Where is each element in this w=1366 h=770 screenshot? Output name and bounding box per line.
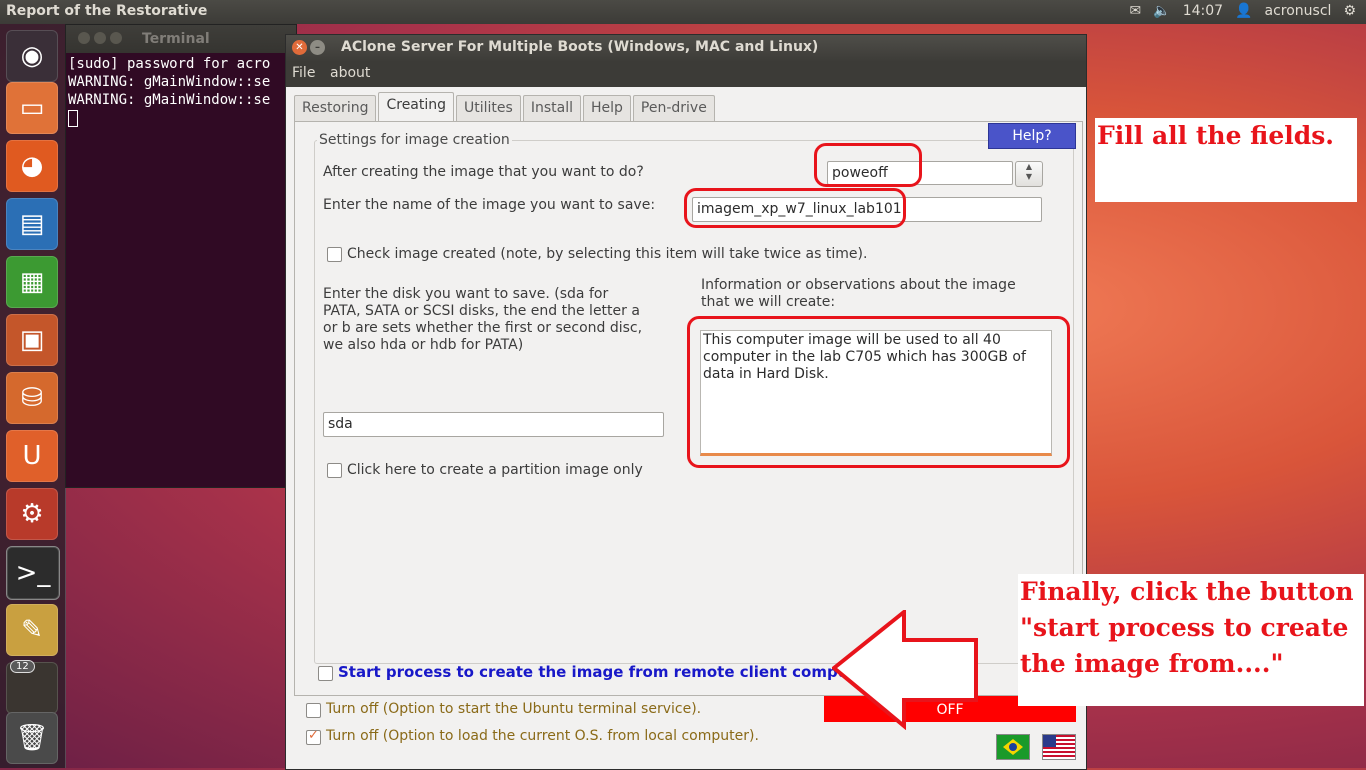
terminal-line: WARNING: gMainWindow::se (68, 92, 271, 108)
partition-label[interactable]: Click here to create a partition image o… (347, 462, 643, 479)
annotation-finally: Finally, click the button "start process… (1018, 574, 1364, 706)
indicator-area: ✉ 🔈 14:07 👤 acronuscl ⚙ (1130, 3, 1356, 19)
terminal-cursor (68, 109, 78, 127)
annotation-line: the image from...." (1020, 649, 1284, 678)
window-title: AClone Server For Multiple Boots (Window… (341, 39, 819, 55)
calc-icon[interactable]: ▦ (6, 256, 58, 308)
check-image-label[interactable]: Check image created (note, by selecting … (347, 246, 867, 263)
volume-icon[interactable]: 🔈 (1153, 3, 1170, 19)
tab-utilites[interactable]: Utilites (456, 95, 521, 122)
workspaces-icon[interactable]: 12 (6, 660, 58, 714)
start-process-checkbox[interactable] (318, 666, 333, 681)
software-center-icon[interactable]: ⛁ (6, 372, 58, 424)
tab-creating[interactable]: Creating (378, 92, 455, 122)
turnoff-terminal-checkbox[interactable] (306, 703, 321, 718)
clock[interactable]: 14:07 (1183, 3, 1223, 19)
highlight-ring (814, 143, 922, 187)
close-icon[interactable]: ✕ (292, 40, 307, 55)
partition-checkbox[interactable] (327, 463, 342, 478)
turnoff-terminal-label[interactable]: Turn off (Option to start the Ubuntu ter… (326, 701, 701, 717)
terminal-window[interactable]: Terminal [sudo] password for acro WARNIN… (65, 24, 297, 488)
minimize-icon[interactable]: – (310, 40, 325, 55)
annotation-line: Finally, click the button (1020, 577, 1354, 606)
tab-restoring[interactable]: Restoring (294, 95, 377, 122)
menubar: File about (286, 61, 1086, 87)
firefox-icon[interactable]: ◕ (6, 140, 58, 192)
turnoff-local-label[interactable]: Turn off (Option to load the current O.S… (326, 728, 759, 744)
close-icon[interactable] (78, 32, 90, 44)
minimize-icon[interactable] (94, 32, 106, 44)
archive-icon[interactable]: ✎ (6, 604, 58, 656)
ubuntu-dash-icon[interactable]: ◉ (6, 30, 58, 82)
top-panel: Report of the Restorative ✉ 🔈 14:07 👤 ac… (0, 0, 1366, 24)
files-icon[interactable]: ▭ (6, 82, 58, 134)
disk-input[interactable]: sda (323, 412, 664, 437)
terminal-line: [sudo] password for acro (68, 56, 271, 72)
ubuntu-one-icon[interactable]: U (6, 430, 58, 482)
obs-label: Information or observations about the im… (701, 277, 1016, 310)
gear-icon[interactable]: ⚙ (1343, 3, 1356, 19)
user-icon[interactable]: 👤 (1235, 3, 1252, 19)
menu-file[interactable]: File (292, 65, 315, 81)
check-image-checkbox[interactable] (327, 247, 342, 262)
window-titlebar[interactable]: ✕ – AClone Server For Multiple Boots (Wi… (286, 35, 1086, 61)
disk-label: Enter the disk you want to save. (sda fo… (323, 286, 643, 353)
launcher: ◉ ▭ ◕ ▤ ▦ ▣ ⛁ U ⚙ >_ ✎ 12 🗑 (0, 24, 66, 768)
terminal-titlebar[interactable]: Terminal (66, 25, 296, 53)
maximize-icon[interactable] (110, 32, 122, 44)
after-spin[interactable]: ▲ ▼ (1015, 161, 1043, 187)
terminal-title: Terminal (142, 31, 210, 47)
group-title: Settings for image creation (317, 132, 512, 148)
name-label: Enter the name of the image you want to … (323, 197, 656, 213)
highlight-ring (684, 188, 906, 228)
after-label: After creating the image that you want t… (323, 164, 644, 180)
workspace-badge: 12 (10, 660, 35, 673)
active-window-title: Report of the Restorative (6, 3, 208, 19)
annotation-text: Fill all the fields. (1097, 121, 1335, 150)
turnoff-local-checkbox[interactable] (306, 728, 321, 745)
annotation-fill-fields: Fill all the fields. (1095, 118, 1357, 202)
tab-bar: Restoring Creating Utilites Install Help… (294, 92, 717, 122)
tab-install[interactable]: Install (522, 95, 581, 122)
terminal-line: WARNING: gMainWindow::se (68, 74, 271, 90)
settings-icon[interactable]: ⚙ (6, 488, 58, 540)
start-process-label[interactable]: Start process to create the image from r… (338, 663, 877, 681)
annotation-line: "start process to create (1020, 613, 1349, 642)
usa-flag-icon[interactable] (1042, 734, 1076, 760)
impress-icon[interactable]: ▣ (6, 314, 58, 366)
tab-pen-drive[interactable]: Pen-drive (632, 95, 715, 122)
terminal-icon[interactable]: >_ (6, 546, 60, 600)
tab-help[interactable]: Help (583, 95, 631, 122)
arrow-left-icon (832, 610, 978, 730)
mail-icon[interactable]: ✉ (1130, 3, 1142, 19)
terminal-output[interactable]: [sudo] password for acro WARNING: gMainW… (66, 53, 296, 127)
menu-about[interactable]: about (330, 65, 370, 81)
writer-icon[interactable]: ▤ (6, 198, 58, 250)
user-name[interactable]: acronuscl (1265, 3, 1332, 19)
brazil-flag-icon[interactable] (996, 734, 1030, 760)
help-button[interactable]: Help? (988, 123, 1076, 149)
highlight-ring (687, 316, 1070, 468)
trash-icon[interactable]: 🗑 (6, 712, 58, 764)
